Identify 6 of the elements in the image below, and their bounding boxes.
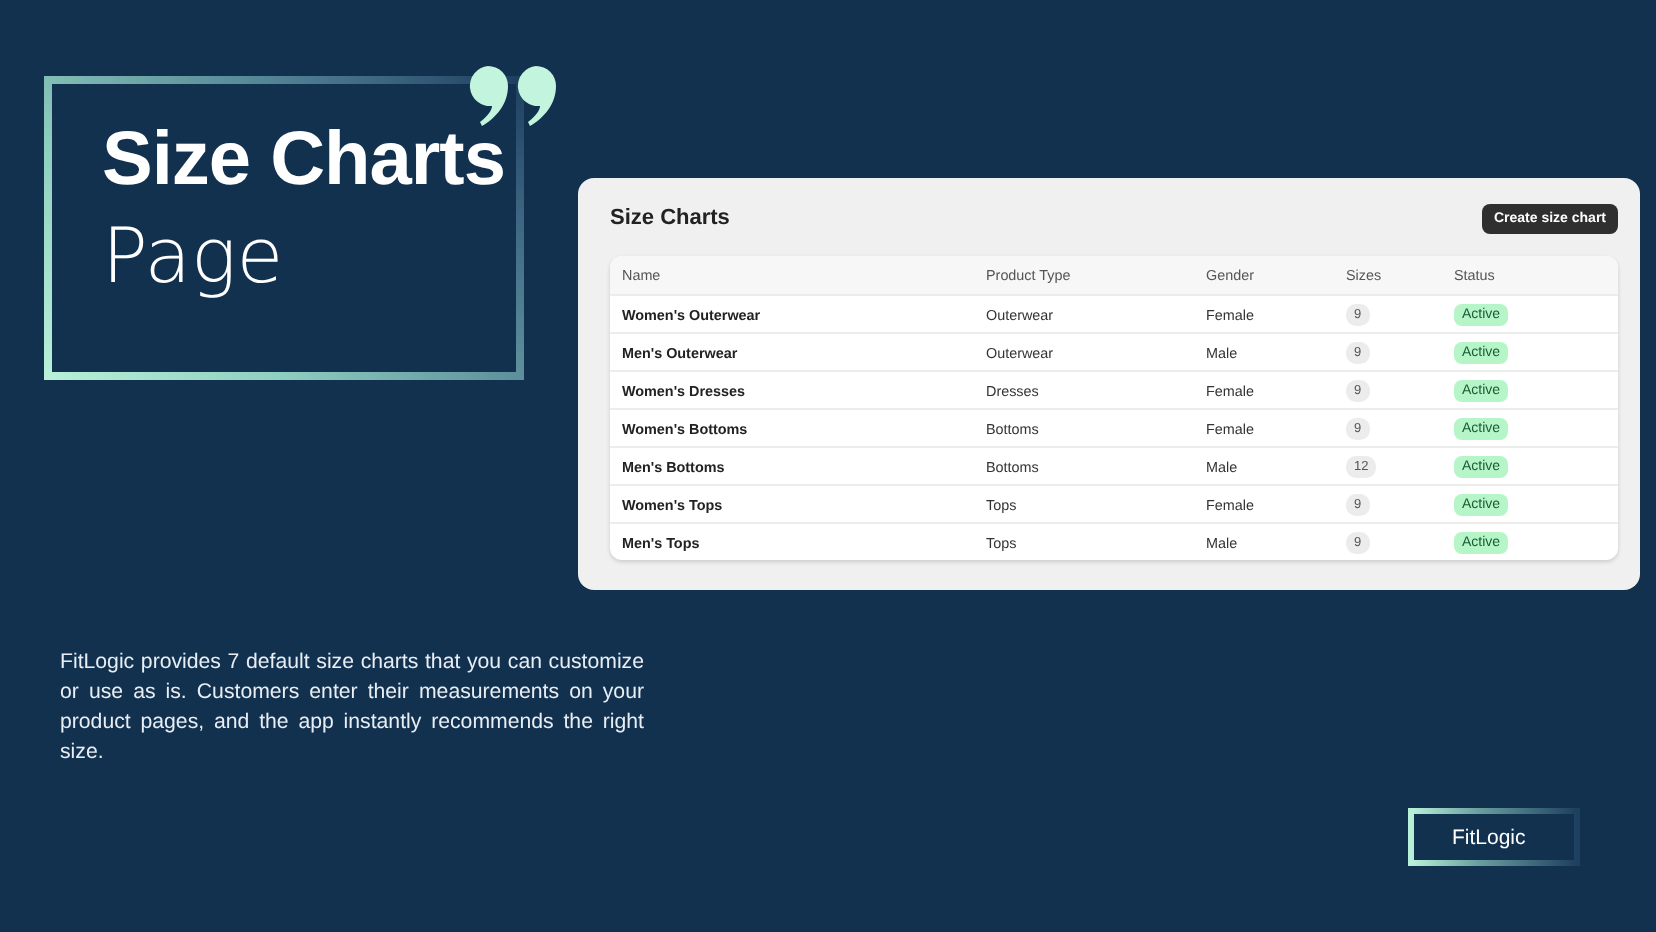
brand-label: FitLogic — [1408, 808, 1580, 866]
panel-title: Size Charts — [610, 206, 730, 230]
hero-subtitle: Page — [102, 212, 286, 300]
description-text: FitLogic provides 7 default size charts that you can customize or use as is. Customers enter their measurements on your product pages, and the app instantly recommends the right size. — [60, 648, 644, 768]
hero-title: Size Charts — [102, 120, 507, 200]
quote-icon — [468, 66, 560, 126]
